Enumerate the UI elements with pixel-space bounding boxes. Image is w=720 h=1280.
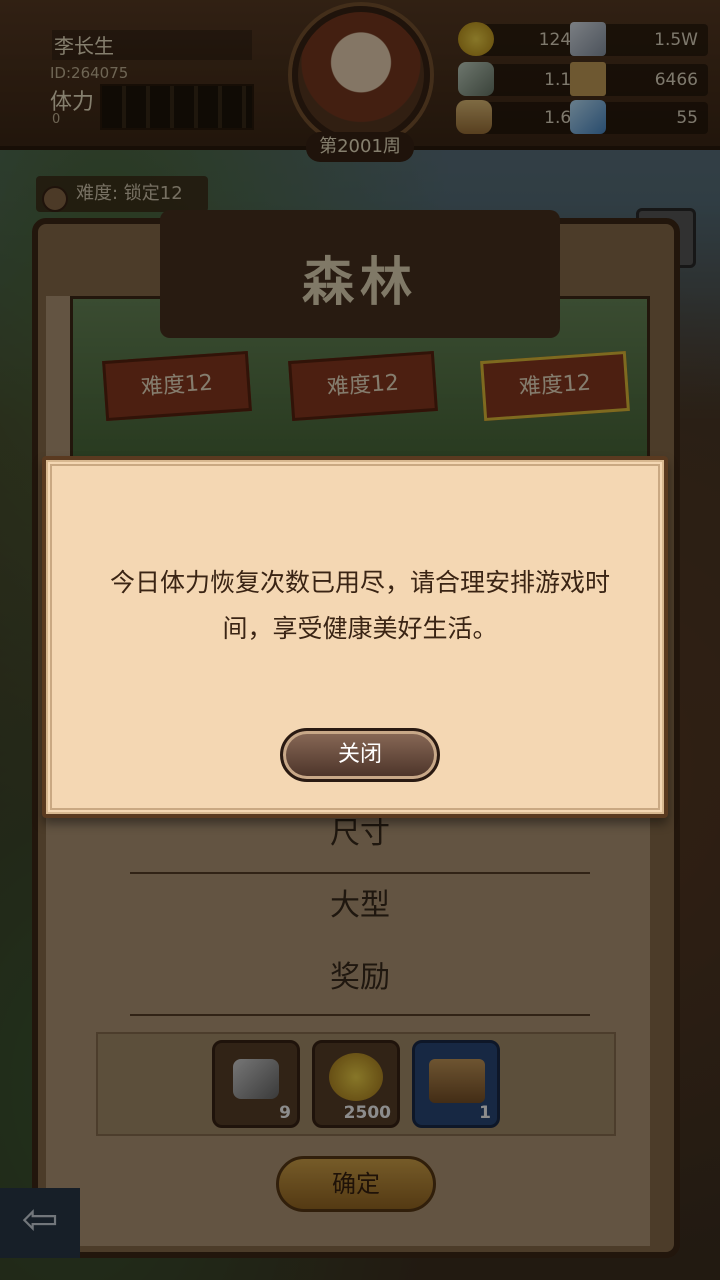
close-button[interactable]: 关闭 xyxy=(280,728,440,782)
dialog-message: 今日体力恢复次数已用尽，请合理安排游戏时间，享受健康美好生活。 xyxy=(109,568,610,643)
